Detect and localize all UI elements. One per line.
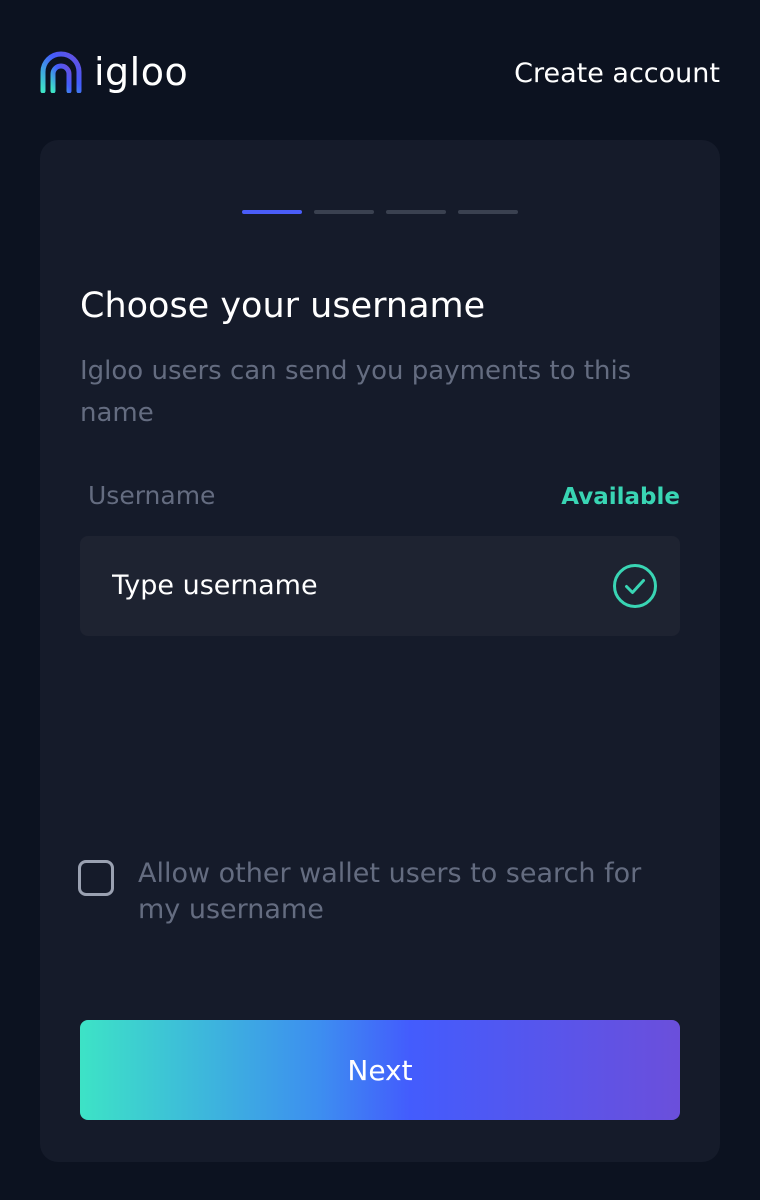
search-consent-row[interactable]: Allow other wallet users to search for m… <box>78 856 678 928</box>
signup-card: Choose your username Igloo users can sen… <box>40 140 720 1162</box>
step-indicator-1 <box>242 210 302 214</box>
page-title: Choose your username <box>80 286 486 326</box>
create-account-link[interactable]: Create account <box>514 56 720 92</box>
igloo-logo-icon <box>40 51 82 93</box>
username-input[interactable] <box>112 566 572 606</box>
check-circle-icon <box>613 564 657 608</box>
search-consent-checkbox[interactable] <box>78 860 114 896</box>
app-header: igloo Create account <box>0 0 760 140</box>
username-field[interactable] <box>80 536 680 636</box>
availability-status: Available <box>561 484 680 510</box>
step-indicator-3 <box>386 210 446 214</box>
search-consent-label[interactable]: Allow other wallet users to search for m… <box>138 856 678 928</box>
next-button[interactable]: Next <box>80 1020 680 1120</box>
progress-stepper <box>40 210 720 214</box>
brand-logo[interactable]: igloo <box>40 50 188 94</box>
page-subtitle: Igloo users can send you payments to thi… <box>80 356 632 428</box>
step-indicator-4 <box>458 210 518 214</box>
username-label: Username <box>88 481 216 510</box>
step-indicator-2 <box>314 210 374 214</box>
brand-name: igloo <box>94 50 189 94</box>
